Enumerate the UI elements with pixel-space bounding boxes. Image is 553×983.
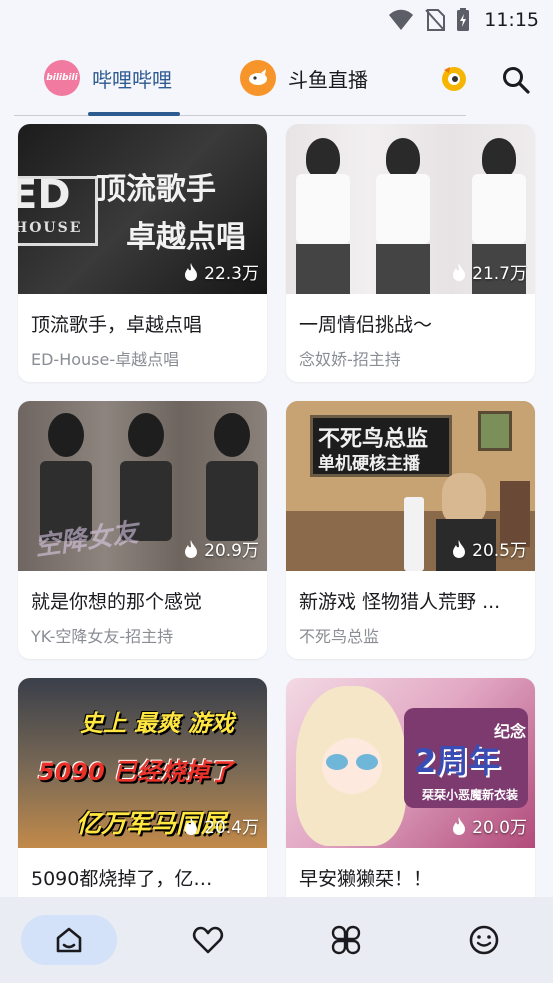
- smiley-face-icon: [469, 925, 499, 955]
- status-bar: 11:15: [0, 0, 553, 40]
- wifi-icon: [389, 9, 414, 30]
- fire-icon: [453, 539, 466, 558]
- heart-icon: [192, 926, 224, 954]
- popularity-count: 20.4万: [204, 818, 259, 838]
- stream-title: 早安獭獭栞！！: [299, 868, 433, 890]
- stream-thumbnail: 不死鸟总监 单机硬核主播 20.5万: [286, 401, 535, 571]
- stream-title: 就是你想的那个感觉: [31, 591, 203, 613]
- stream-thumbnail: ED HOUSE 顶流歌手 卓越点唱 22.3万: [18, 124, 267, 294]
- platform-tabs: bilibili 哔哩哔哩 斗鱼直播: [0, 52, 553, 116]
- stream-title: 顶流歌手，卓越点唱: [31, 314, 203, 336]
- stream-thumbnail: 纪念 2周年 栞栞小恶魔新衣装 20.0万: [286, 678, 535, 848]
- popularity-badge: 21.7万: [450, 259, 527, 284]
- bilibili-logo-icon: bilibili: [44, 60, 80, 96]
- fire-icon: [185, 262, 198, 281]
- streamer-name: 念奴娇-招主持: [299, 350, 401, 369]
- categories-icon: [331, 925, 361, 955]
- popularity-count: 20.5万: [472, 541, 527, 561]
- stream-card[interactable]: 21.7万 一周情侣挑战～ 念奴娇-招主持: [286, 124, 535, 382]
- huya-logo-icon[interactable]: [440, 64, 468, 96]
- stream-thumbnail: 空降女友 20.9万: [18, 401, 267, 571]
- popularity-badge: 22.3万: [182, 259, 259, 284]
- popularity-badge: 20.0万: [450, 813, 527, 838]
- douyu-logo-icon: [240, 60, 276, 96]
- popularity-count: 20.0万: [472, 818, 527, 838]
- nav-home[interactable]: [21, 915, 117, 965]
- popularity-count: 21.7万: [472, 264, 527, 284]
- streamer-name: YK-空降女友-招主持: [31, 627, 174, 646]
- fire-icon: [453, 262, 466, 281]
- tab-label: 哔哩哔哩: [92, 67, 172, 92]
- popularity-count: 22.3万: [204, 264, 259, 284]
- thumbnail-text: 顶流歌手: [96, 172, 216, 207]
- popularity-badge: 20.5万: [450, 536, 527, 561]
- stream-title: 新游戏 怪物猎人荒野 ...: [299, 591, 501, 613]
- nav-categories[interactable]: [298, 915, 394, 965]
- tab-douyu[interactable]: 斗鱼直播: [240, 52, 368, 104]
- tab-bilibili[interactable]: bilibili 哔哩哔哩: [44, 52, 172, 104]
- nav-profile[interactable]: [436, 915, 532, 965]
- popularity-count: 20.9万: [204, 541, 259, 561]
- thumbnail-text: 栞栞小恶魔新衣装: [422, 788, 519, 802]
- search-icon[interactable]: [500, 64, 532, 96]
- no-sim-icon: [425, 9, 446, 31]
- fire-icon: [453, 816, 466, 835]
- thumbnail-logo-sub: HOUSE: [18, 220, 83, 236]
- thumbnail-text: 卓越点唱: [126, 220, 246, 255]
- thumbnail-text: 5090 已经烧掉了: [38, 758, 234, 786]
- fire-icon: [185, 539, 198, 558]
- thumbnail-text: 单机硬核主播: [318, 454, 420, 474]
- stream-title: 一周情侣挑战～: [299, 314, 433, 336]
- nav-favorites[interactable]: [160, 915, 256, 965]
- stream-card[interactable]: 空降女友 20.9万 就是你想的那个感觉 YK-空降女友-招主持: [18, 401, 267, 659]
- stream-card[interactable]: 不死鸟总监 单机硬核主播 20.5万 新游戏 怪物猎人荒野 ... 不死鸟总监: [286, 401, 535, 659]
- thumbnail-logo: ED: [18, 172, 71, 218]
- stream-title: 5090都烧掉了，亿…: [31, 868, 213, 890]
- home-icon: [56, 927, 82, 953]
- tab-divider: [14, 115, 466, 116]
- thumbnail-text: 史上 最爽 游戏: [80, 711, 235, 737]
- thumbnail-text: 2周年: [414, 742, 501, 780]
- fire-icon: [185, 816, 198, 835]
- popularity-badge: 20.9万: [182, 536, 259, 561]
- tab-label: 斗鱼直播: [288, 67, 368, 92]
- bottom-navigation: [0, 897, 553, 983]
- stream-card[interactable]: ED HOUSE 顶流歌手 卓越点唱 22.3万 顶流歌手，卓越点唱 ED-Ho…: [18, 124, 267, 382]
- battery-charging-icon: [457, 8, 470, 31]
- streamer-name: 不死鸟总监: [299, 627, 380, 646]
- popularity-badge: 20.4万: [182, 813, 259, 838]
- stream-thumbnail: 史上 最爽 游戏 5090 已经烧掉了 亿万军马同屏 20.4万: [18, 678, 267, 848]
- status-time: 11:15: [484, 9, 539, 31]
- active-tab-indicator: [88, 112, 180, 116]
- stream-thumbnail: 21.7万: [286, 124, 535, 294]
- streamer-name: ED-House-卓越点唱: [31, 350, 180, 369]
